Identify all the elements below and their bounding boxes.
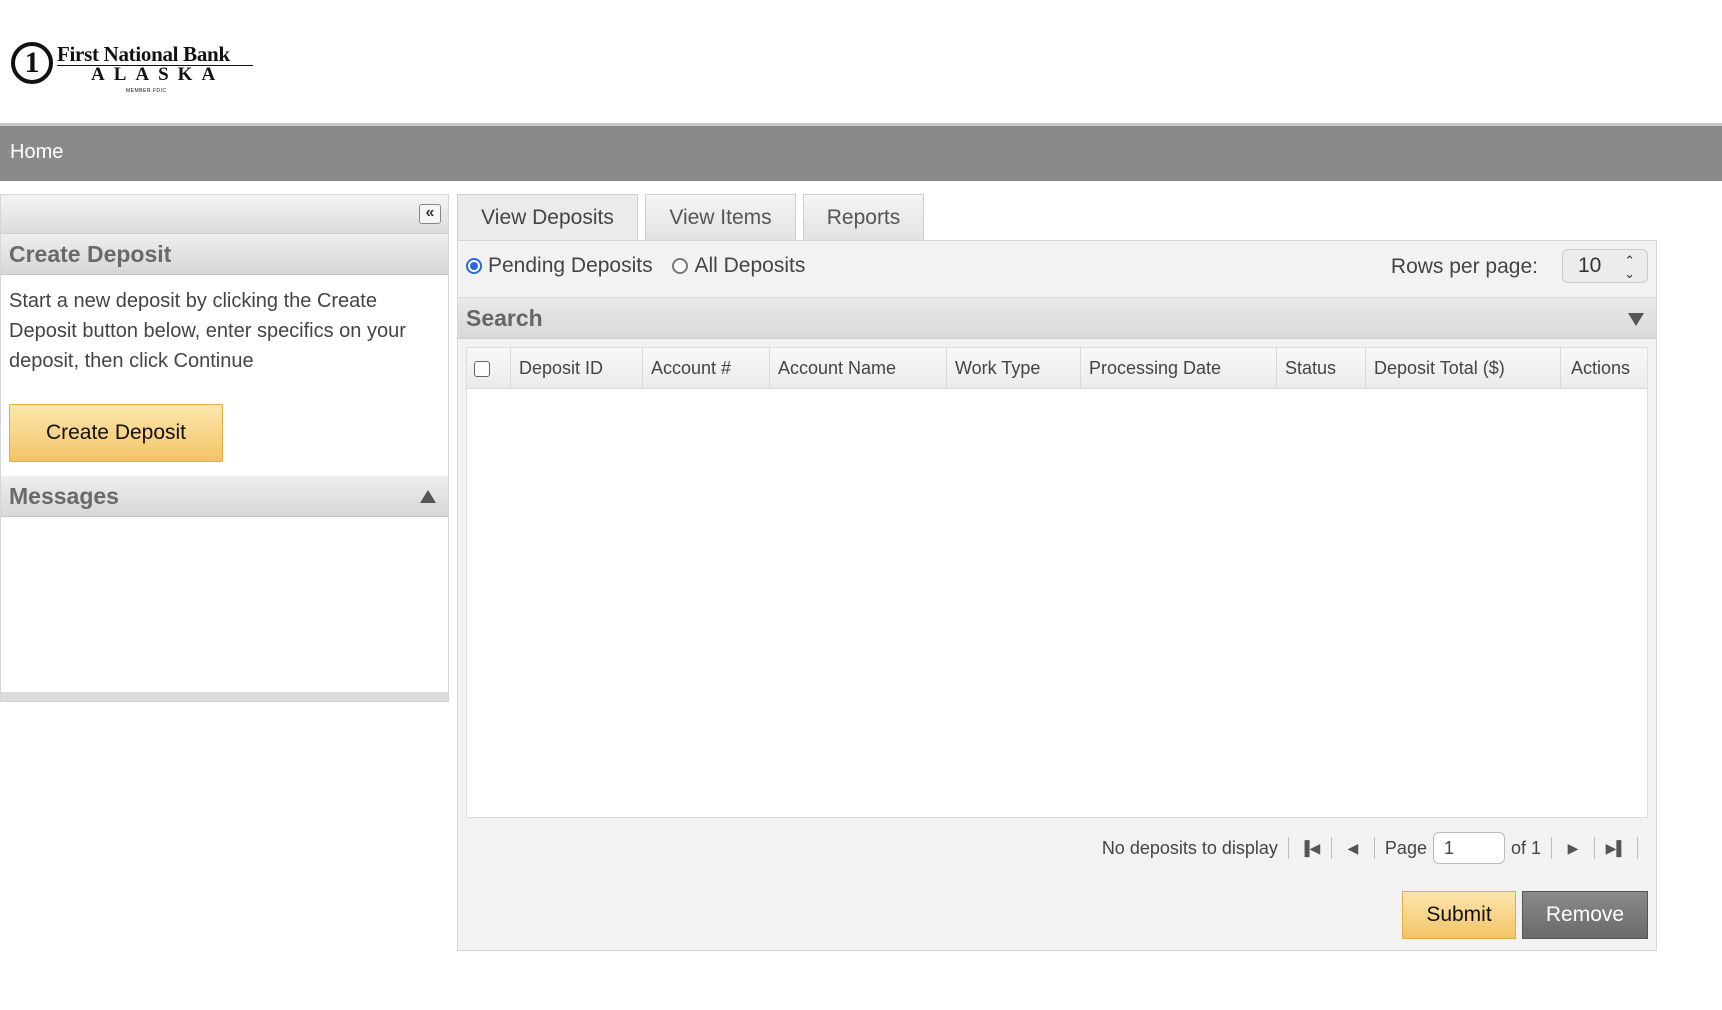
last-page-icon[interactable]: ▶▌ <box>1605 840 1627 857</box>
column-deposit-total[interactable]: Deposit Total ($) <box>1366 348 1561 388</box>
pending-deposits-label: Pending Deposits <box>488 254 653 278</box>
deposits-panel: Pending Deposits All Deposits Rows per p… <box>457 240 1657 951</box>
logo-emblem: 1 <box>11 42 53 84</box>
pager-divider <box>1637 837 1638 859</box>
column-work-type[interactable]: Work Type <box>947 348 1081 388</box>
search-title: Search <box>466 305 543 331</box>
remove-button[interactable]: Remove <box>1522 891 1648 939</box>
left-panel: « Create Deposit Start a new deposit by … <box>0 194 449 702</box>
left-panel-toolbar: « <box>1 195 448 234</box>
first-page-icon[interactable]: ▐◀ <box>1299 840 1321 857</box>
pager-divider <box>1594 837 1595 859</box>
rows-per-page-value: 10 <box>1578 254 1602 277</box>
all-deposits-label: All Deposits <box>694 254 806 278</box>
pager-divider <box>1287 837 1289 859</box>
pager: No deposits to display ▐◀ ◀ Page 1 of 1 … <box>1102 831 1648 865</box>
logo-fdic: MEMBER FDIC <box>126 88 167 94</box>
deposit-filter: Pending Deposits All Deposits <box>466 254 805 278</box>
rows-per-page-label: Rows per page: <box>1390 255 1538 278</box>
select-all-checkbox[interactable] <box>474 361 490 377</box>
page-label: Page <box>1384 837 1427 858</box>
search-section-toggle[interactable]: Search <box>458 297 1656 339</box>
tab-view-items[interactable]: View Items <box>645 194 796 240</box>
column-status[interactable]: Status <box>1277 348 1366 388</box>
empty-message: No deposits to display <box>1101 837 1278 858</box>
page-number-input[interactable]: 1 <box>1432 832 1505 864</box>
radio-unselected-icon <box>672 258 689 275</box>
expand-down-icon <box>1628 313 1644 326</box>
previous-page-icon[interactable]: ◀ <box>1342 840 1364 857</box>
create-deposit-button[interactable]: Create Deposit <box>9 404 223 462</box>
tab-view-deposits[interactable]: View Deposits <box>457 194 638 242</box>
deposits-table: Deposit ID Account # Account Name Work T… <box>466 347 1648 818</box>
column-account-name[interactable]: Account Name <box>770 348 947 388</box>
navbar: Home <box>0 126 1722 181</box>
create-deposit-description: Start a new deposit by clicking the Crea… <box>9 290 406 372</box>
column-actions: Actions <box>1571 358 1631 378</box>
messages-title: Messages <box>9 483 119 509</box>
logo-subtitle: ALASKA <box>91 64 225 85</box>
bank-logo[interactable]: 1 First National Bank ALASKA MEMBER FDIC <box>11 38 253 98</box>
nav-home-link[interactable]: Home <box>10 141 63 164</box>
select-all-column <box>467 348 511 388</box>
tab-reports[interactable]: Reports <box>803 194 924 240</box>
column-account-number[interactable]: Account # <box>643 348 770 388</box>
column-processing-date[interactable]: Processing Date <box>1081 348 1277 388</box>
pager-divider <box>1330 837 1332 859</box>
all-deposits-radio[interactable]: All Deposits <box>672 254 805 278</box>
select-arrows-icon: ⌃ ⌄ <box>1624 253 1635 281</box>
rows-per-page-select[interactable]: 10 ⌃ ⌄ <box>1562 249 1648 283</box>
table-header: Deposit ID Account # Account Name Work T… <box>467 348 1647 389</box>
page-total: of 1 <box>1510 837 1541 858</box>
collapse-panel-button[interactable]: « <box>419 204 441 224</box>
pager-divider <box>1551 837 1552 859</box>
header: 1 First National Bank ALASKA MEMBER FDIC <box>0 0 1722 126</box>
double-chevron-left-icon: « <box>425 204 435 221</box>
next-page-icon[interactable]: ▶ <box>1562 840 1584 857</box>
submit-button[interactable]: Submit <box>1402 891 1516 939</box>
radio-selected-icon <box>466 258 482 275</box>
collapse-up-icon[interactable] <box>420 490 436 503</box>
pending-deposits-radio[interactable]: Pending Deposits <box>466 254 653 278</box>
create-deposit-header: Create Deposit <box>1 234 448 275</box>
pager-divider <box>1373 837 1375 859</box>
messages-header[interactable]: Messages <box>1 476 448 517</box>
column-deposit-id[interactable]: Deposit ID <box>511 348 643 388</box>
left-panel-footer <box>1 692 448 701</box>
